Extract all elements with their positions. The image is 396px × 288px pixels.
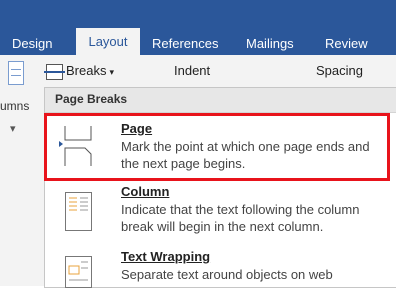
menu-item-title: Column bbox=[121, 184, 170, 199]
breaks-button[interactable]: Breaks ▾ bbox=[42, 60, 118, 82]
chevron-down-icon: ▾ bbox=[109, 66, 114, 77]
spacing-label: Spacing bbox=[316, 63, 363, 78]
breaks-icon bbox=[44, 64, 65, 80]
menu-item-desc: Separate text around objects on web bbox=[121, 267, 333, 282]
menu-section-title: Page Breaks bbox=[55, 92, 128, 106]
menu-section-header: Page Breaks bbox=[45, 88, 396, 113]
columns-label[interactable]: umns bbox=[0, 99, 29, 113]
column-break-icon bbox=[65, 192, 92, 231]
menu-item-column-break[interactable]: Column Indicate that the text following … bbox=[45, 184, 396, 240]
ribbon-tab-bar: Design Layout References Mailings Review bbox=[0, 0, 396, 55]
tab-review[interactable]: Review bbox=[325, 33, 368, 55]
tab-design[interactable]: Design bbox=[12, 33, 52, 55]
text-wrapping-icon bbox=[65, 256, 92, 288]
tab-references[interactable]: References bbox=[152, 33, 218, 55]
columns-icon[interactable] bbox=[8, 61, 24, 85]
indent-label: Indent bbox=[174, 63, 211, 78]
breaks-label: Breaks bbox=[66, 63, 107, 78]
columns-dropdown-icon[interactable]: ▾ bbox=[10, 122, 16, 135]
tab-layout[interactable]: Layout bbox=[76, 28, 140, 55]
menu-item-title: Text Wrapping bbox=[121, 249, 211, 264]
highlight-box bbox=[44, 113, 390, 181]
menu-item-text-wrapping[interactable]: Text Wrapping Separate text around objec… bbox=[45, 248, 396, 288]
menu-item-desc: Indicate that the text following the col… bbox=[121, 202, 360, 234]
tab-mailings[interactable]: Mailings bbox=[246, 33, 294, 55]
